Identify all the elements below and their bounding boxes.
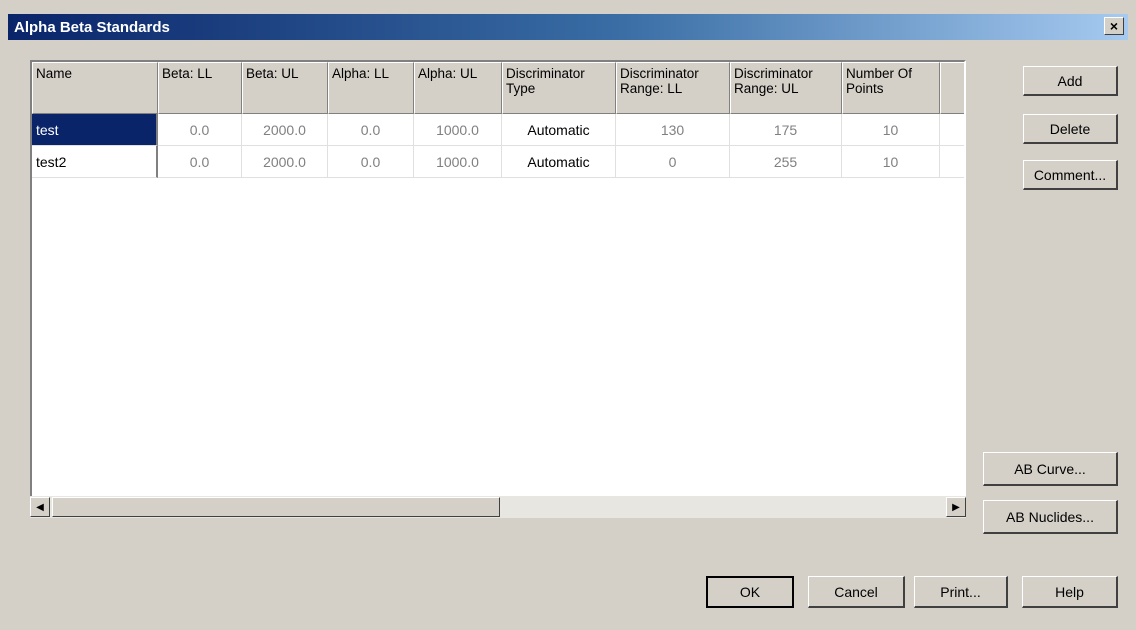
header-beta-ll[interactable]: Beta: LL [158, 62, 242, 114]
ab-curve-button-label: AB Curve... [1014, 460, 1086, 477]
grid-header: Name Beta: LL Beta: UL Alpha: LL Alpha: … [32, 62, 964, 114]
delete-button[interactable]: Delete [1023, 114, 1118, 144]
header-beta-ul[interactable]: Beta: UL [242, 62, 328, 114]
cell-discriminator-type[interactable]: Automatic [502, 114, 616, 146]
arrow-right-icon: ▶ [952, 501, 960, 513]
cell-beta-ll[interactable]: 0.0 [158, 146, 242, 178]
cell-beta-ul[interactable]: 2000.0 [242, 146, 328, 178]
print-button-label: Print... [940, 583, 981, 600]
standards-grid: Name Beta: LL Beta: UL Alpha: LL Alpha: … [30, 60, 966, 516]
row-filler [940, 146, 964, 178]
cell-alpha-ul[interactable]: 1000.0 [414, 114, 502, 146]
table-row[interactable]: test 0.0 2000.0 0.0 1000.0 Automatic 130… [32, 114, 964, 146]
header-filler [940, 62, 964, 114]
header-discriminator-range-ll[interactable]: Discriminator Range: LL [616, 62, 730, 114]
cell-beta-ll[interactable]: 0.0 [158, 114, 242, 146]
ok-button[interactable]: OK [706, 576, 794, 608]
title-bar: Alpha Beta Standards × [8, 14, 1128, 40]
cell-alpha-ll[interactable]: 0.0 [328, 146, 414, 178]
add-button[interactable]: Add [1023, 66, 1118, 96]
cell-discriminator-range-ll[interactable]: 0 [616, 146, 730, 178]
ab-nuclides-button[interactable]: AB Nuclides... [983, 500, 1118, 534]
ab-nuclides-button-label: AB Nuclides... [1006, 508, 1094, 525]
header-alpha-ll[interactable]: Alpha: LL [328, 62, 414, 114]
comment-button[interactable]: Comment... [1023, 160, 1118, 190]
header-discriminator-range-ul[interactable]: Discriminator Range: UL [730, 62, 842, 114]
cell-name[interactable]: test2 [32, 146, 158, 178]
cell-discriminator-range-ul[interactable]: 175 [730, 114, 842, 146]
add-button-label: Add [1057, 72, 1083, 89]
comment-button-label: Comment... [1033, 166, 1107, 183]
print-button[interactable]: Print... [914, 576, 1008, 608]
ab-curve-button[interactable]: AB Curve... [983, 452, 1118, 486]
help-button[interactable]: Help [1022, 576, 1118, 608]
cell-name[interactable]: test [32, 114, 158, 146]
cell-beta-ul[interactable]: 2000.0 [242, 114, 328, 146]
cancel-button-label: Cancel [834, 583, 878, 600]
cell-discriminator-range-ll[interactable]: 130 [616, 114, 730, 146]
header-alpha-ul[interactable]: Alpha: UL [414, 62, 502, 114]
cell-alpha-ul[interactable]: 1000.0 [414, 146, 502, 178]
row-filler [940, 114, 964, 146]
cell-number-of-points[interactable]: 10 [842, 114, 940, 146]
cell-discriminator-range-ul[interactable]: 255 [730, 146, 842, 178]
table-row[interactable]: test2 0.0 2000.0 0.0 1000.0 Automatic 0 … [32, 146, 964, 178]
header-number-of-points[interactable]: Number Of Points [842, 62, 940, 114]
close-button[interactable]: × [1104, 17, 1124, 35]
window-title: Alpha Beta Standards [14, 18, 170, 36]
close-icon: × [1109, 18, 1119, 34]
cell-alpha-ll[interactable]: 0.0 [328, 114, 414, 146]
arrow-left-icon: ◀ [36, 501, 44, 513]
header-name[interactable]: Name [32, 62, 158, 114]
cell-number-of-points[interactable]: 10 [842, 146, 940, 178]
horizontal-scrollbar[interactable]: ◀ ▶ [30, 496, 966, 518]
scroll-left-button[interactable]: ◀ [30, 497, 50, 517]
scroll-thumb[interactable] [52, 497, 500, 517]
cell-discriminator-type[interactable]: Automatic [502, 146, 616, 178]
scroll-right-button[interactable]: ▶ [946, 497, 966, 517]
ok-button-label: OK [739, 584, 761, 600]
header-discriminator-type[interactable]: Discriminator Type [502, 62, 616, 114]
help-button-label: Help [1055, 583, 1084, 600]
delete-button-label: Delete [1049, 120, 1091, 137]
cancel-button[interactable]: Cancel [808, 576, 905, 608]
